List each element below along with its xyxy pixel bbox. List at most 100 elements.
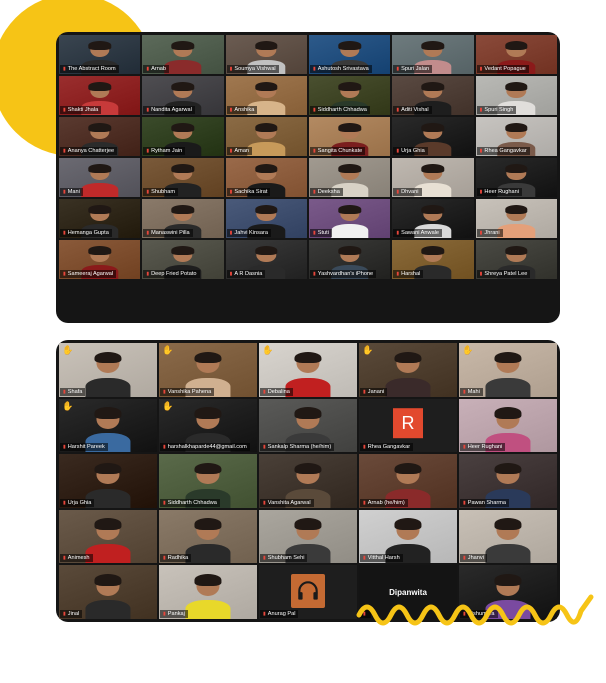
participant-tile[interactable]: ▮ Soumya Vishwal bbox=[225, 35, 307, 74]
participant-tile[interactable]: ▮ Stuti bbox=[309, 199, 391, 238]
participant-name: Ananya Chatterjee bbox=[67, 148, 115, 154]
participant-name: Anurag Pal bbox=[267, 610, 296, 617]
participant-tile[interactable]: ▮ Shubham Sehi bbox=[259, 509, 357, 564]
participant-tile[interactable]: ▮ Anshika bbox=[225, 76, 307, 115]
participant-name-label: ▮ Vitthal Harsh bbox=[360, 554, 403, 563]
participant-tile[interactable]: ▮ The Abstract Room bbox=[59, 35, 141, 74]
participant-tile[interactable]: ✋ ▮ Debalina bbox=[259, 343, 357, 397]
mic-muted-icon: ▮ bbox=[163, 555, 166, 562]
participant-name-label: ▮ Vanshita Agarwal bbox=[260, 498, 314, 507]
participant-tile[interactable]: R ▮ Rhea Gangavkar bbox=[359, 398, 457, 453]
participant-name: Shubham bbox=[151, 189, 176, 195]
participant-name: Spuri Jalan bbox=[401, 66, 430, 72]
participant-name-label: ▮ Rhea Gangavkar bbox=[360, 443, 414, 452]
participant-tile[interactable]: ▮ Aditi Vishal bbox=[392, 76, 474, 115]
participant-name: Vitthal Harsh bbox=[367, 555, 400, 562]
participant-tile[interactable]: ▮ Jhrani bbox=[475, 199, 557, 238]
mic-muted-icon: ▮ bbox=[479, 66, 483, 72]
mic-muted-icon: ▮ bbox=[146, 271, 150, 277]
participant-tile[interactable]: ▮ Sawani Anwale bbox=[392, 199, 474, 238]
participant-name: Shafa bbox=[67, 388, 83, 395]
participant-tile[interactable]: ▮ Sangita Chunkate bbox=[309, 117, 391, 156]
participant-tile[interactable]: ▮ Urja Ghia bbox=[392, 117, 474, 156]
participant-tile[interactable]: ▮ Sankalp Sharma (he/him) bbox=[259, 398, 357, 453]
mic-muted-icon: ▮ bbox=[63, 66, 66, 72]
participant-name-label: ▮ Spuri Singh bbox=[476, 106, 517, 114]
participant-tile[interactable]: ▮ Dhvani bbox=[392, 158, 474, 197]
participant-tile[interactable]: ▮ Deep Fried Potato bbox=[142, 240, 224, 279]
mic-muted-icon: ▮ bbox=[63, 148, 66, 154]
participant-tile[interactable]: ▮ Ananya Chatterjee bbox=[59, 117, 141, 156]
participant-tile[interactable]: ▮ Jahvi Kinsara bbox=[225, 199, 307, 238]
participant-tile[interactable]: ▮ Vitthal Harsh bbox=[359, 509, 457, 564]
participant-tile[interactable]: ▮ Shreya Patel Lee bbox=[475, 240, 557, 279]
participant-tile[interactable]: ▮ Arnab bbox=[142, 35, 224, 74]
participant-tile[interactable]: ✋ ▮ Shafa bbox=[59, 343, 157, 397]
participant-tile[interactable]: ▮ Shubham bbox=[142, 158, 224, 197]
participant-tile[interactable]: ▮ Pankaj bbox=[159, 565, 257, 619]
participant-tile[interactable]: ✋ ▮ harshalkhaparde44@gmail.com bbox=[159, 398, 257, 453]
video-gallery-panel-1: ▮ The Abstract Room ▮ Arnab ▮ Soumya Vishwal ▮… bbox=[56, 32, 560, 323]
participant-tile[interactable]: ✋ ▮ Mahi bbox=[459, 343, 557, 397]
participant-tile[interactable]: ✋ ▮ Vanshika Pahena bbox=[159, 343, 257, 397]
participant-tile[interactable]: ▮ Heer Rughani bbox=[475, 158, 557, 197]
participant-tile[interactable]: ▮ Aman bbox=[225, 117, 307, 156]
participant-name: Dhvani bbox=[401, 189, 419, 195]
mic-muted-icon: ▮ bbox=[479, 107, 483, 113]
participant-tile[interactable]: ▮ Pawan Sharma bbox=[459, 454, 557, 508]
participant-tile[interactable]: ▮ Rhea Gangavkar bbox=[475, 117, 557, 156]
participant-tile[interactable]: ▮ Heer Rughani bbox=[459, 398, 557, 453]
participant-tile[interactable]: ▮ Spuri Singh bbox=[475, 76, 557, 115]
participant-tile[interactable]: ▮ Hemanga Gupta bbox=[59, 199, 141, 238]
participant-name: Deeksha bbox=[317, 189, 340, 195]
participant-tile[interactable]: ▮ Shakti Jhala bbox=[59, 76, 141, 115]
participant-tile[interactable]: ▮ Vedant Popague bbox=[475, 35, 557, 74]
participant-tile[interactable]: ▮ Siddharth Chhadwa bbox=[159, 454, 257, 508]
participant-name: A R Dasnia bbox=[234, 271, 263, 277]
participant-tile[interactable]: ✋ ▮ Janani bbox=[359, 343, 457, 397]
participant-tile[interactable]: ▮ A R Dasnia bbox=[225, 240, 307, 279]
participant-tile[interactable]: ▮ Manaswini Pilla bbox=[142, 199, 224, 238]
participant-name-label: ▮ Vedant Popague bbox=[476, 65, 529, 73]
participant-name-label: ▮ Sameeraj Agarwal bbox=[60, 270, 117, 278]
participant-name-label: ▮ Debalina bbox=[260, 387, 293, 396]
participant-name: harshalkhaparde44@gmail.com bbox=[167, 444, 247, 451]
participant-tile[interactable]: ▮ Jinal bbox=[59, 565, 157, 619]
participant-name-label: ▮ Sankalp Sharma (he/him) bbox=[260, 443, 335, 452]
participant-tile[interactable]: ▮ Radhika bbox=[159, 509, 257, 564]
participant-tile[interactable]: ▮ Siddharth Chhadwa bbox=[309, 76, 391, 115]
mic-muted-icon: ▮ bbox=[263, 555, 266, 562]
participant-name-label: ▮ Deeksha bbox=[310, 188, 343, 196]
participant-tile[interactable]: ▮ Sameeraj Agarwal bbox=[59, 240, 141, 279]
participant-tile[interactable]: ▮ Nandita Agarwal bbox=[142, 76, 224, 115]
participant-tile[interactable]: ▮ Yashvardhan's iPhone bbox=[309, 240, 391, 279]
participant-tile[interactable]: ▮ Ashutosh Srivastava bbox=[309, 35, 391, 74]
participant-tile[interactable]: ▮ Arnab (he/him) bbox=[359, 454, 457, 508]
participant-name-label: ▮ Vanshika Pahena bbox=[160, 387, 215, 396]
participant-tile[interactable]: ▮ Rytham Jain bbox=[142, 117, 224, 156]
participant-name: Jhrani bbox=[484, 230, 500, 236]
mic-muted-icon: ▮ bbox=[313, 230, 316, 236]
participant-tile[interactable]: ▮ Deeksha bbox=[309, 158, 391, 197]
participant-name-label: ▮ A R Dasnia bbox=[226, 270, 266, 278]
participant-tile[interactable]: ▮ Vanshita Agarwal bbox=[259, 454, 357, 508]
participant-tile[interactable]: ▮ Mani bbox=[59, 158, 141, 197]
participant-tile[interactable]: ✋ ▮ Harshit Pareek bbox=[59, 398, 157, 453]
participant-tile[interactable]: ▮ Jhanvi bbox=[459, 509, 557, 564]
video-gallery-panel-2: ✋ ▮ Shafa ✋ ▮ Vanshika Pahena ✋ ▮ Debalina ✋ ▮ Jana… bbox=[56, 340, 560, 622]
participant-name: Aditi Vishal bbox=[401, 107, 429, 113]
mic-muted-icon: ▮ bbox=[396, 148, 400, 154]
mic-muted-icon: ▮ bbox=[463, 444, 466, 451]
participant-tile[interactable]: ▮ Urja Ghia bbox=[59, 454, 157, 508]
participant-tile[interactable]: ▮ Animesh bbox=[59, 509, 157, 564]
participant-tile[interactable]: ▮ Spuri Jalan bbox=[392, 35, 474, 74]
participant-tile[interactable]: ▮ Sachika Sirat bbox=[225, 158, 307, 197]
participant-name-label: ▮ Janani bbox=[360, 387, 388, 396]
participant-tile[interactable]: ▮ Harshal bbox=[392, 240, 474, 279]
participant-name: Ashutosh Srivastava bbox=[317, 66, 369, 72]
mic-muted-icon: ▮ bbox=[313, 107, 316, 113]
mic-muted-icon: ▮ bbox=[313, 271, 316, 277]
participant-name-label: ▮ Mani bbox=[60, 188, 83, 196]
participant-tile[interactable]: ▮ Anurag Pal bbox=[259, 565, 357, 619]
participant-name-label: ▮ Heer Rughani bbox=[476, 188, 522, 196]
